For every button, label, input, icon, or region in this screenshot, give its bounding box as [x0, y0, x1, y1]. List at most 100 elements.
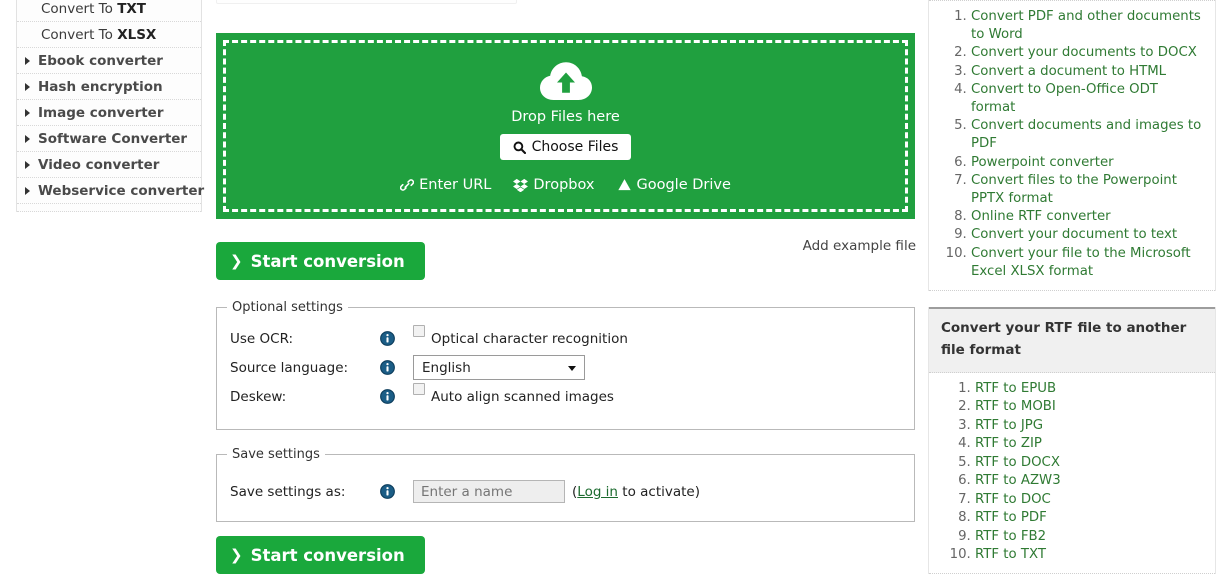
rtf-conversion-link[interactable]: RTF to FB2 [975, 529, 1046, 544]
source-language-select[interactable]: English [413, 355, 585, 380]
drop-files-text: Drop Files here [511, 109, 620, 125]
list-item: Online RTF converter [971, 208, 1205, 226]
sidebar-item-image-converter[interactable]: Image converter [17, 100, 201, 126]
start-conversion-button-bottom[interactable]: ❯ Start conversion [216, 536, 425, 574]
converter-link[interactable]: Convert documents and images to PDF [971, 118, 1201, 151]
sidebar-item-label: Convert To XLSX [41, 26, 157, 43]
rtf-conversion-link[interactable]: RTF to ZIP [975, 436, 1042, 451]
google-drive-label: Google Drive [636, 177, 731, 193]
top-partial-select[interactable] [216, 0, 517, 4]
sidebar-item-convert-to-xlsx[interactable]: Convert To XLSX [17, 22, 201, 48]
deskew-label: Deskew: [230, 388, 287, 405]
rtf-conversions-list: RTF to EPUB RTF to MOBI RTF to JPG RTF to Z… [929, 373, 1215, 575]
list-item: RTF to FB2 [975, 528, 1205, 546]
rtf-panel-title: Convert your RTF file to another file fo… [929, 307, 1215, 373]
list-item: Convert your document to text [971, 226, 1205, 244]
sidebar-item-ebook-converter[interactable]: Ebook converter [17, 48, 201, 74]
chevron-down-icon [568, 366, 576, 371]
list-item: RTF to DOC [975, 491, 1205, 509]
save-settings-legend: Save settings [232, 447, 320, 462]
sidebar-item-label: Software Converter [38, 130, 188, 147]
converter-link[interactable]: Convert your document to text [971, 227, 1177, 242]
list-item: RTF to MOBI [975, 398, 1205, 416]
ocr-checkbox[interactable] [413, 325, 425, 337]
sidebar-item-video-converter[interactable]: Video converter [17, 152, 201, 178]
cloud-upload-icon [539, 62, 592, 100]
choose-files-label: Choose Files [531, 139, 619, 155]
google-drive-link[interactable]: Google Drive [617, 177, 731, 193]
sidebar-end-divider [17, 204, 201, 212]
converter-link[interactable]: Online RTF converter [971, 209, 1111, 224]
add-example-file-link[interactable]: Add example file [803, 238, 916, 254]
converter-link[interactable]: Convert your documents to DOCX [971, 45, 1197, 60]
link-icon [400, 179, 415, 191]
caret-right-icon [25, 160, 30, 169]
rtf-conversion-link[interactable]: RTF to EPUB [975, 381, 1056, 396]
caret-right-icon [25, 108, 30, 117]
converter-link[interactable]: Convert to Open-Office ODT format [971, 82, 1158, 115]
caret-right-icon [25, 56, 30, 65]
ocr-checkbox-label: Optical character recognition [431, 330, 628, 347]
info-icon[interactable] [380, 389, 395, 404]
rtf-conversion-link[interactable]: RTF to DOCX [975, 455, 1060, 470]
sidebar-item-convert-to-txt[interactable]: Convert To TXT [17, 0, 201, 22]
sidebar-item-webservice-converter[interactable]: Webservice converter [17, 178, 204, 204]
deskew-checkbox[interactable] [413, 383, 425, 395]
rtf-conversion-link[interactable]: RTF to DOC [975, 492, 1051, 507]
login-note-rest: to activate) [618, 483, 701, 500]
row-deskew: Deskew: Auto align scanned images [217, 382, 914, 411]
rtf-conversion-link[interactable]: RTF to TXT [975, 547, 1046, 562]
rtf-conversions-box: Convert your RTF file to another file fo… [928, 307, 1216, 575]
sidebar-item-software-converter[interactable]: Software Converter [17, 126, 201, 152]
start-conversion-button-top[interactable]: ❯ Start conversion [216, 242, 425, 280]
file-dropzone[interactable]: Drop Files here Choose Files Enter URL D… [216, 33, 915, 219]
caret-right-icon [25, 82, 30, 91]
top-links-box: Convert PDF and other documents to Word C… [928, 0, 1216, 292]
list-item: RTF to JPG [975, 417, 1205, 435]
enter-url-label: Enter URL [419, 177, 492, 193]
converter-link[interactable]: Convert a document to HTML [971, 64, 1166, 79]
start-conversion-label: Start conversion [250, 545, 405, 565]
info-icon[interactable] [380, 331, 395, 346]
sidebar-item-label: Image converter [38, 104, 164, 121]
dropbox-link[interactable]: Dropbox [513, 177, 595, 193]
converter-link[interactable]: Powerpoint converter [971, 155, 1114, 170]
info-icon[interactable] [380, 484, 395, 499]
sidebar-item-hash-encryption[interactable]: Hash encryption [17, 74, 201, 100]
list-item: RTF to AZW3 [975, 472, 1205, 490]
sidebar-item-format: XLSX [117, 26, 157, 43]
source-language-label: Source language: [230, 359, 349, 376]
list-item: Convert a document to HTML [971, 63, 1205, 81]
dropbox-label: Dropbox [533, 177, 595, 193]
converter-link[interactable]: Convert PDF and other documents to Word [971, 9, 1201, 42]
rtf-conversion-link[interactable]: RTF to PDF [975, 510, 1047, 525]
popular-converters-list: Convert PDF and other documents to Word C… [929, 1, 1215, 292]
rtf-conversion-link[interactable]: RTF to AZW3 [975, 473, 1061, 488]
row-use-ocr: Use OCR: Optical character recognition [217, 324, 914, 353]
sidebar-item-label: Ebook converter [38, 52, 163, 69]
list-item: RTF to EPUB [975, 380, 1205, 398]
google-drive-icon [617, 179, 631, 191]
save-settings-name-input[interactable] [413, 480, 565, 503]
list-item: RTF to PDF [975, 509, 1205, 527]
deskew-checkbox-label: Auto align scanned images [431, 388, 614, 405]
list-item: RTF to DOCX [975, 454, 1205, 472]
choose-files-button[interactable]: Choose Files [499, 134, 632, 160]
right-sidebar: Convert PDF and other documents to Word C… [928, 0, 1216, 578]
rtf-conversion-link[interactable]: RTF to MOBI [975, 399, 1056, 414]
log-in-link[interactable]: Log in [577, 484, 618, 500]
source-language-value: English [422, 359, 471, 376]
info-icon[interactable] [380, 360, 395, 375]
enter-url-link[interactable]: Enter URL [400, 177, 491, 193]
rtf-conversion-link[interactable]: RTF to JPG [975, 418, 1043, 433]
list-item: Convert to Open-Office ODT format [971, 81, 1205, 117]
sidebar-item-label: Video converter [38, 156, 160, 173]
dropzone-source-links: Enter URL Dropbox Google Drive [400, 177, 731, 193]
optional-settings-legend: Optional settings [232, 300, 343, 315]
converter-link[interactable]: Convert files to the Powerpoint PPTX for… [971, 173, 1177, 206]
converter-link[interactable]: Convert your file to the Microsoft Excel… [971, 246, 1191, 279]
caret-right-icon [25, 186, 30, 195]
optional-settings-panel: Optional settings Use OCR: Optical chara… [216, 300, 915, 430]
